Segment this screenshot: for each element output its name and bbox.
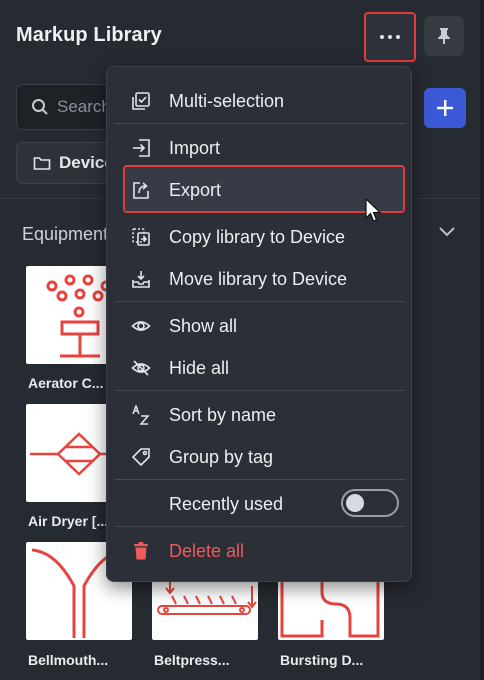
menu-item-label: Multi-selection [169,90,285,111]
menu-item-show-all[interactable]: Show all [107,305,413,347]
trash-icon [131,541,151,561]
symbol-tile-label: Air Dryer [... [28,513,109,529]
menu-item-delete-all[interactable]: Delete all [107,530,413,572]
eye-off-icon [131,358,151,378]
menu-item-group-by-tag[interactable]: Group by tag [107,436,413,478]
menu-item-label: Recently used [169,493,284,514]
more-options-menu: Multi-selection Import Export Copy libra… [106,66,412,582]
menu-item-hide-all[interactable]: Hide all [107,347,413,389]
import-icon [131,138,151,158]
more-options-button[interactable] [364,12,416,62]
copy-to-device-icon [131,227,151,247]
menu-item-label: Copy library to Device [169,226,346,247]
menu-item-import[interactable]: Import [107,127,413,169]
add-markup-button[interactable] [424,88,466,128]
menu-divider [115,526,405,527]
toggle-knob [346,494,364,512]
device-filter-button[interactable]: Device [16,142,116,184]
symbol-tile-label: Aerator C... [28,375,104,391]
search-icon [32,99,48,115]
menu-divider [115,123,405,124]
menu-divider [115,390,405,391]
symbol-tile-label: Bursting D... [280,652,364,668]
menu-divider [115,301,405,302]
more-icon [380,35,400,39]
tag-icon [131,447,151,467]
eye-icon [131,316,151,336]
recently-used-toggle[interactable] [341,489,399,517]
menu-item-label: Move library to Device [169,268,348,289]
menu-item-label: Delete all [169,540,245,561]
pin-button[interactable] [424,16,464,56]
mouse-cursor-icon [365,198,382,222]
bursting-disc-symbol-icon [280,578,380,638]
plus-icon [437,100,453,116]
menu-item-label: Import [169,137,221,158]
chevron-down-icon[interactable] [438,226,456,238]
menu-item-label: Show all [169,315,238,336]
panel-title: Markup Library [16,24,162,46]
symbol-tile-label: Bellmouth... [28,652,109,668]
move-to-device-icon [131,269,151,289]
menu-item-label: Export [169,179,222,200]
panel-header: Markup Library [0,0,480,72]
search-placeholder: Search [57,97,111,116]
group-title[interactable]: Equipment [22,224,112,245]
menu-item-label: Group by tag [169,446,274,467]
export-icon [131,180,151,200]
symbol-tile-label: Beltpress... [154,652,230,668]
beltpress-symbol-icon [157,582,257,615]
folder-icon [33,157,51,170]
menu-item-label: Hide all [169,357,230,378]
pin-icon [438,28,450,44]
sort-az-icon [131,405,151,425]
symbol-tile-bursting-disc[interactable] [278,576,384,640]
menu-item-label: Sort by name [169,404,277,425]
multi-select-icon [131,91,151,111]
menu-item-multi-selection[interactable]: Multi-selection [107,80,413,122]
menu-item-sort-by-name[interactable]: Sort by name [107,394,413,436]
symbol-tile-beltpress[interactable] [152,576,258,640]
menu-item-move-library[interactable]: Move library to Device [107,258,413,300]
menu-divider [115,479,405,480]
